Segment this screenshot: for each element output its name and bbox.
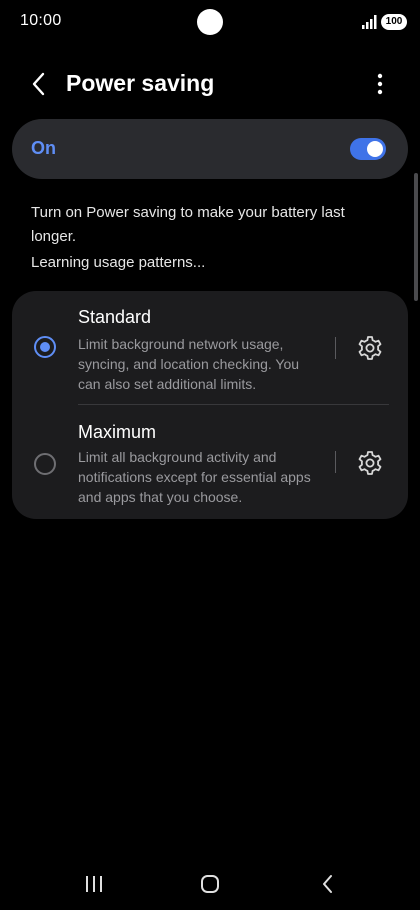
- power-saving-toggle[interactable]: [350, 138, 386, 160]
- vertical-divider: [335, 337, 336, 359]
- radio-standard[interactable]: [34, 336, 56, 358]
- app-bar: Power saving: [0, 60, 420, 108]
- toggle-knob: [367, 141, 383, 157]
- option-title: Maximum: [78, 422, 157, 442]
- mode-options-card: Standard Limit background network usage,…: [12, 291, 408, 519]
- radio-maximum[interactable]: [34, 453, 56, 475]
- home-icon[interactable]: [198, 872, 222, 896]
- option-description: Limit all background activity and notifi…: [78, 449, 311, 505]
- screen: 10:00 100 Power saving On Turn on Power …: [0, 0, 420, 910]
- recents-icon[interactable]: [82, 872, 106, 896]
- scrollbar[interactable]: [414, 173, 418, 301]
- camera-cutout: [197, 9, 223, 35]
- status-bar: 10:00 100: [0, 0, 420, 44]
- learning-status: Learning usage patterns...: [31, 254, 206, 271]
- back-icon[interactable]: [316, 872, 340, 896]
- option-description: Limit background network usage, syncing,…: [78, 336, 300, 392]
- gear-icon[interactable]: [356, 334, 384, 362]
- option-maximum[interactable]: Maximum Limit all background activity an…: [12, 405, 408, 519]
- option-title: Standard: [78, 307, 152, 327]
- power-saving-description: Turn on Power saving to make your batter…: [31, 204, 345, 245]
- signal-icon: [362, 15, 377, 29]
- option-standard[interactable]: Standard Limit background network usage,…: [12, 291, 408, 405]
- back-icon[interactable]: [26, 70, 54, 98]
- gear-icon[interactable]: [356, 449, 384, 477]
- vertical-divider: [335, 451, 336, 473]
- master-switch-bar[interactable]: On: [12, 119, 408, 179]
- master-switch-label: On: [31, 138, 56, 158]
- battery-icon: 100: [381, 14, 407, 30]
- more-options-icon[interactable]: [368, 70, 392, 98]
- page-title: Power saving: [66, 70, 215, 96]
- navigation-bar: [0, 862, 420, 906]
- status-time: 10:00: [20, 12, 62, 29]
